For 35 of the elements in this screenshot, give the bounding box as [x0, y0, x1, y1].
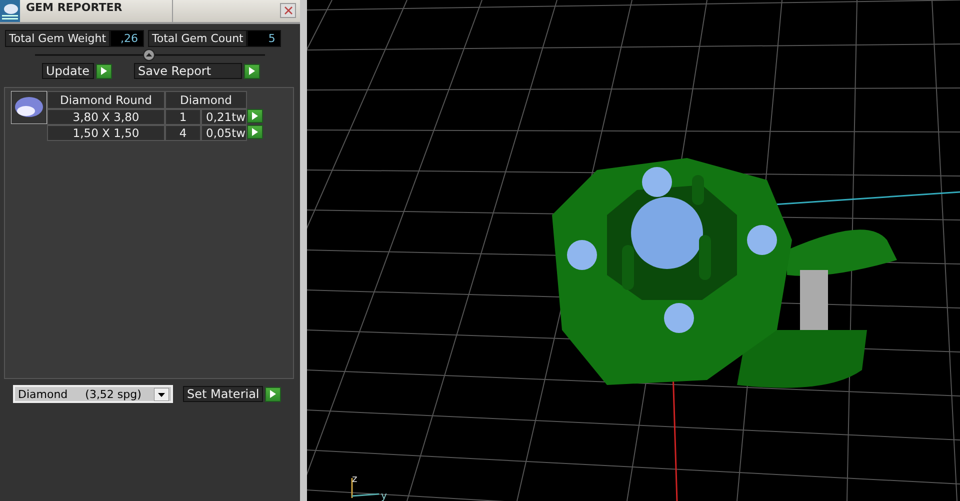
- play-button[interactable]: [247, 109, 263, 123]
- play-button[interactable]: [244, 64, 260, 78]
- play-icon: [270, 390, 276, 398]
- action-label: Save Report: [134, 63, 242, 79]
- axis-label: z: [352, 474, 358, 485]
- dropdown-arrow-icon: [154, 388, 169, 400]
- play-button[interactable]: [96, 64, 112, 78]
- table-cell: 1,50 X 1,50: [47, 125, 165, 141]
- gem-app-icon: [0, 0, 20, 22]
- close-button[interactable]: [280, 3, 296, 18]
- table-cell: 0,05tw: [201, 125, 247, 141]
- play-icon: [101, 67, 107, 75]
- column-header: Diamond: [165, 91, 247, 109]
- total-value: 5: [247, 30, 282, 47]
- play-button[interactable]: [265, 386, 282, 402]
- axis-label: y: [381, 491, 387, 501]
- table-cell: 1: [165, 109, 201, 125]
- play-icon: [249, 67, 255, 75]
- action-label: Update: [42, 63, 94, 79]
- 3d-viewport[interactable]: z y: [307, 0, 960, 501]
- total-label: Total Gem Weight: [5, 30, 110, 47]
- close-icon: [284, 6, 292, 15]
- total-label: Total Gem Count: [148, 30, 248, 47]
- total-value: ,26: [110, 30, 144, 47]
- table-cell: 4: [165, 125, 201, 141]
- table-cell: 3,80 X 3,80: [47, 109, 165, 125]
- table-cell: 0,21tw: [201, 109, 247, 125]
- action-label: Set Material: [183, 386, 264, 402]
- play-button[interactable]: [247, 125, 263, 139]
- axis-gizmo: [351, 478, 380, 498]
- material-dropdown[interactable]: Diamond (3,52 spg): [13, 385, 173, 403]
- column-header: Diamond Round: [47, 91, 165, 109]
- collapse-divider[interactable]: [35, 49, 265, 61]
- window-title: GEM REPORTER: [20, 0, 173, 22]
- gem-thumbnail: [11, 91, 47, 124]
